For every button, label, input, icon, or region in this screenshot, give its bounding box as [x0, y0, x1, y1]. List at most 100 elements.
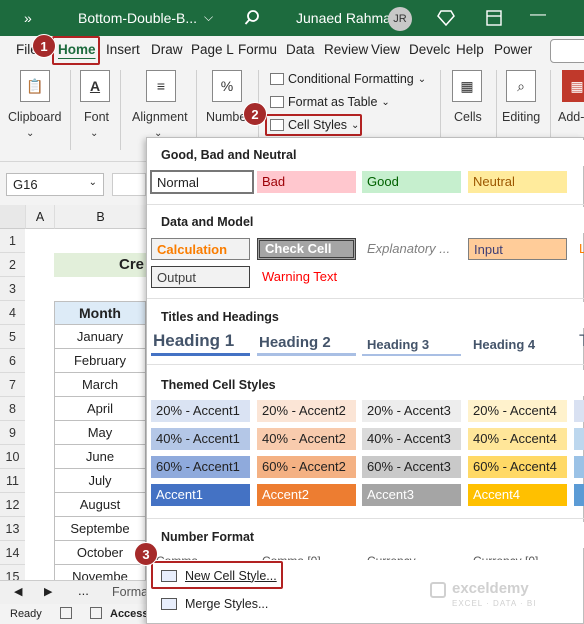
addins-icon[interactable]: ▦ — [562, 70, 584, 102]
percent-icon[interactable]: % — [212, 70, 242, 102]
row-header[interactable]: 10 — [0, 445, 25, 469]
row-header[interactable]: 6 — [0, 349, 25, 373]
month-cell[interactable]: March — [54, 373, 146, 397]
month-cell[interactable]: April — [54, 397, 146, 421]
row-header[interactable]: 4 — [0, 301, 25, 325]
month-cell[interactable]: May — [54, 421, 146, 445]
style-calculation[interactable]: Calculation — [151, 238, 250, 260]
select-all-corner[interactable] — [0, 205, 25, 229]
title-cell[interactable]: Cre — [54, 253, 146, 277]
tab-review[interactable]: Review — [324, 42, 368, 57]
style-20-accent4[interactable]: 20% - Accent4 — [468, 400, 567, 422]
row-header[interactable]: 1 — [0, 229, 25, 253]
row-header[interactable]: 2 — [0, 253, 25, 277]
row-header[interactable]: 13 — [0, 517, 25, 541]
minimize-icon[interactable]: — — [530, 6, 546, 24]
chevron-down-icon[interactable]: ⌵ — [204, 10, 213, 25]
style-currency[interactable]: Currency — [362, 550, 461, 560]
name-box[interactable]: G16 ⌄ — [6, 173, 104, 196]
scroll-right-icon[interactable]: ▶ — [44, 585, 52, 598]
font-icon[interactable]: A — [80, 70, 110, 102]
tab-power[interactable]: Power — [494, 42, 532, 57]
row-header[interactable]: 7 — [0, 373, 25, 397]
style-full-accent3[interactable]: Accent3 — [362, 484, 461, 506]
ribbon-display-icon[interactable] — [486, 10, 502, 26]
merge-styles-item[interactable]: Merge Styles... — [155, 592, 425, 616]
worksheet-grid[interactable]: A B 1 2 3 4 5 6 7 8 9 10 11 12 13 14 15 Cre Month Janu… — [0, 205, 146, 589]
more-sheets[interactable]: ... — [78, 583, 89, 598]
format-as-table-button[interactable]: Format as Table ⌄ — [270, 95, 390, 109]
style-partial-accent5[interactable] — [574, 428, 584, 450]
month-cell[interactable]: June — [54, 445, 146, 469]
style-warning-text[interactable]: Warning Text — [257, 266, 356, 288]
avatar[interactable]: JR — [388, 7, 412, 31]
style-40-accent4[interactable]: 40% - Accent4 — [468, 428, 567, 450]
cells-icon[interactable]: ▦ — [452, 70, 482, 102]
month-header-cell[interactable]: Month — [54, 301, 146, 325]
style-full-accent4[interactable]: Accent4 — [468, 484, 567, 506]
style-output[interactable]: Output — [151, 266, 250, 288]
style-explanatory[interactable]: Explanatory ... — [362, 238, 461, 260]
cells-group-label[interactable]: Cells — [454, 110, 482, 124]
column-header-b[interactable]: B — [54, 205, 146, 229]
search-icon[interactable]: ⌕ — [506, 70, 536, 102]
accessibility-icon[interactable] — [90, 607, 102, 619]
style-40-accent2[interactable]: 40% - Accent2 — [257, 428, 356, 450]
month-cell[interactable]: January — [54, 325, 146, 349]
clipboard-group-label[interactable]: Clipboard — [8, 110, 62, 124]
style-comma[interactable]: Comma — [151, 550, 250, 560]
font-group-label[interactable]: Font — [84, 110, 109, 124]
style-currency-0[interactable]: Currency [0] — [468, 550, 567, 560]
style-40-accent1[interactable]: 40% - Accent1 — [151, 428, 250, 450]
scroll-left-icon[interactable]: ◀ — [14, 585, 22, 598]
month-cell[interactable]: August — [54, 493, 146, 517]
style-heading-4[interactable]: Heading 4 — [468, 334, 567, 356]
row-header[interactable]: 11 — [0, 469, 25, 493]
tab-page-layout[interactable]: Page L — [191, 42, 234, 57]
addins-group-label[interactable]: Add- — [558, 110, 584, 124]
style-20-accent2[interactable]: 20% - Accent2 — [257, 400, 356, 422]
row-header[interactable]: 14 — [0, 541, 25, 565]
style-bad[interactable]: Bad — [257, 171, 356, 193]
row-header[interactable]: 8 — [0, 397, 25, 421]
style-full-accent1[interactable]: Accent1 — [151, 484, 250, 506]
tab-formulas[interactable]: Formu — [238, 42, 277, 57]
tab-help[interactable]: Help — [456, 42, 484, 57]
formula-bar[interactable] — [112, 173, 146, 196]
style-good[interactable]: Good — [362, 171, 461, 193]
style-comma-0[interactable]: Comma [0] — [257, 550, 356, 560]
alignment-icon[interactable]: ≡ — [146, 70, 176, 102]
month-cell[interactable]: Septembe — [54, 517, 146, 541]
diamond-icon[interactable] — [437, 10, 455, 26]
style-heading-3[interactable]: Heading 3 — [362, 334, 461, 356]
comments-button[interactable] — [550, 39, 584, 63]
style-partial-accent5[interactable] — [574, 456, 584, 478]
style-60-accent1[interactable]: 60% - Accent1 — [151, 456, 250, 478]
chevron-down-icon[interactable]: ⌄ — [90, 128, 98, 139]
row-header[interactable]: 5 — [0, 325, 25, 349]
clipboard-icon[interactable]: 📋 — [20, 70, 50, 102]
row-header[interactable]: 9 — [0, 421, 25, 445]
conditional-formatting-button[interactable]: Conditional Formatting ⌄ — [270, 72, 426, 86]
alignment-group-label[interactable]: Alignment — [132, 110, 188, 124]
chevron-down-icon[interactable]: ⌄ — [26, 128, 34, 139]
style-60-accent4[interactable]: 60% - Accent4 — [468, 456, 567, 478]
tab-developer[interactable]: Develc — [409, 42, 450, 57]
row-header[interactable]: 12 — [0, 493, 25, 517]
style-partial-accent5[interactable] — [574, 484, 584, 506]
macro-icon[interactable] — [60, 607, 72, 619]
tab-draw[interactable]: Draw — [151, 42, 183, 57]
tab-view[interactable]: View — [371, 42, 400, 57]
style-60-accent2[interactable]: 60% - Accent2 — [257, 456, 356, 478]
style-linked-cell[interactable]: L — [574, 238, 584, 260]
column-header-a[interactable]: A — [25, 205, 54, 229]
style-20-accent1[interactable]: 20% - Accent1 — [151, 400, 250, 422]
style-normal[interactable]: Normal — [150, 170, 254, 194]
month-cell[interactable]: October — [54, 541, 146, 565]
tab-insert[interactable]: Insert — [106, 42, 140, 57]
style-full-accent2[interactable]: Accent2 — [257, 484, 356, 506]
style-40-accent3[interactable]: 40% - Accent3 — [362, 428, 461, 450]
sheet-tab[interactable]: Forma — [112, 585, 148, 599]
chevron-down-icon[interactable]: ⌄ — [89, 177, 97, 188]
style-partial-accent5[interactable] — [574, 400, 584, 422]
